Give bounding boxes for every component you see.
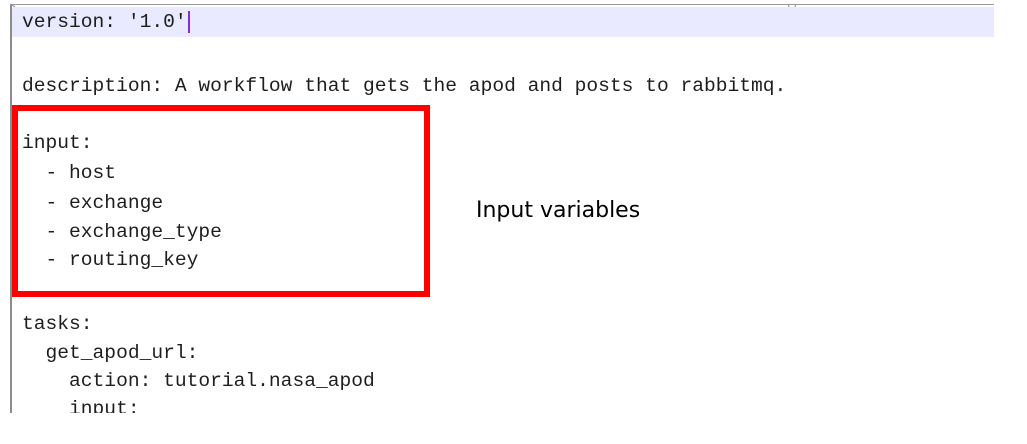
code-line[interactable]: action: tutorial.nasa_apod (12, 366, 375, 396)
code-line-text: version: '1.0' (22, 11, 187, 33)
code-line[interactable]: tasks: (12, 309, 93, 339)
code-line[interactable]: input: (12, 394, 140, 413)
input-variables-label: Input variables (476, 198, 641, 223)
code-line[interactable]: get_apod_url: (12, 338, 199, 368)
code-line[interactable]: input: (12, 128, 93, 158)
code-line[interactable]: - exchange (12, 188, 164, 218)
code-line-current[interactable]: version: '1.0' (12, 7, 994, 37)
code-line[interactable]: - host (12, 158, 117, 188)
code-line[interactable]: - exchange_type (12, 217, 222, 247)
code-line[interactable] (12, 275, 22, 305)
code-line[interactable]: description: A workflow that gets the ap… (12, 71, 786, 101)
code-line[interactable] (12, 39, 22, 69)
code-line[interactable]: - routing_key (12, 245, 199, 275)
text-caret (187, 10, 190, 33)
